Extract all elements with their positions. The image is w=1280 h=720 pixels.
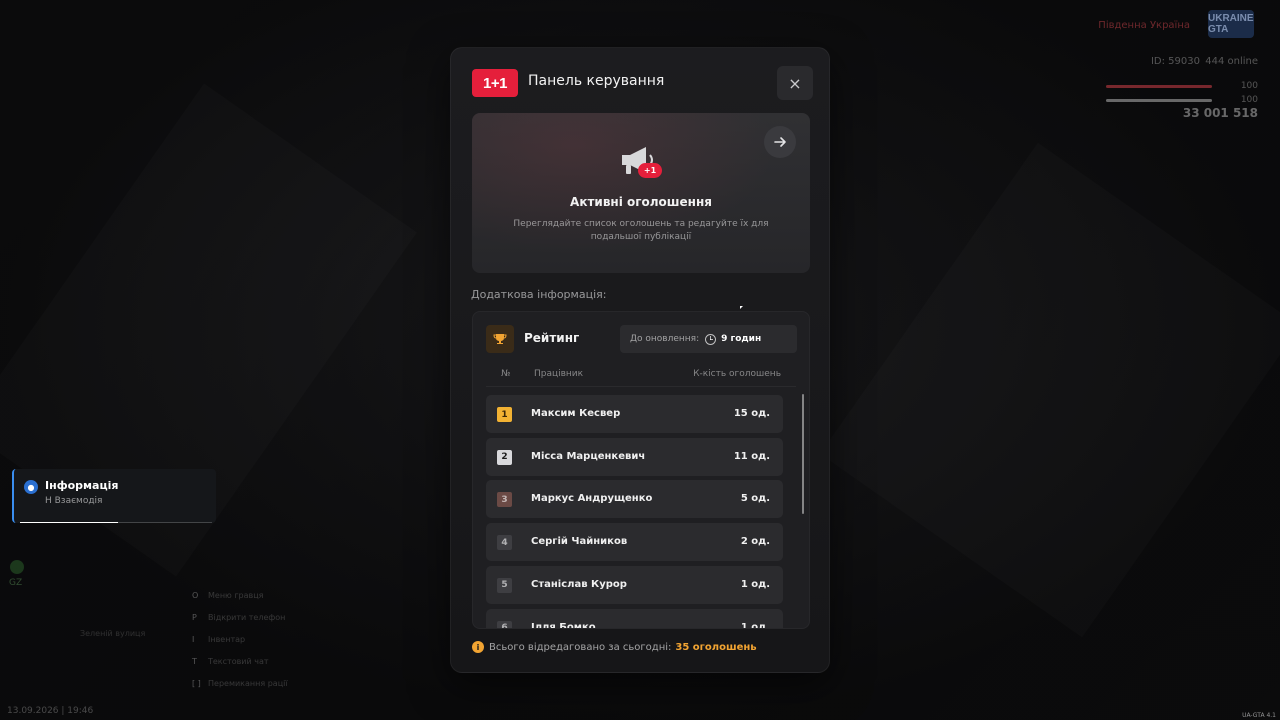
worker-name: Станіслав Курор <box>531 578 627 590</box>
health-bar <box>1106 85 1212 88</box>
notification-title: Інформація <box>45 479 119 492</box>
new-count-badge: +1 <box>638 163 662 178</box>
key-hint-label: Текстовий чат <box>208 657 269 666</box>
close-button[interactable]: × <box>777 66 813 100</box>
server-name: Південна Україна <box>1098 20 1190 31</box>
hud: Південна Україна UKRAINE GTA ID: 59030 4… <box>1080 0 1280 130</box>
server-logo: UKRAINE GTA <box>1208 10 1254 38</box>
key-hint: O Меню гравця <box>192 591 264 600</box>
key-hint-key: [ ] <box>192 679 201 688</box>
announcement-count: 2 од. <box>740 536 770 548</box>
info-icon: i <box>472 641 484 653</box>
clock-icon <box>705 333 717 345</box>
active-announcements-card[interactable]: +1 Активні оголошення Переглядайте списо… <box>472 113 810 273</box>
header-divider <box>486 386 796 387</box>
key-hint: I Інвентар <box>192 635 245 644</box>
key-hint: P Відкрити телефон <box>192 613 285 622</box>
zone-icon <box>10 560 24 574</box>
worker-name: Максим Кесвер <box>531 408 621 419</box>
zone-label: GZ <box>9 578 23 588</box>
rating-scrollbar[interactable] <box>802 394 804 514</box>
armor-bar <box>1106 99 1212 102</box>
notification: ● Інформація Н Взаємодія <box>12 469 216 523</box>
rating-row: 2 Місса Марценкевич 11 од. <box>486 437 783 476</box>
rating-row: 5 Станіслав Курор 1 од. <box>486 565 783 604</box>
open-announcements-button[interactable] <box>764 126 796 158</box>
rating-row: 6 Ілля Бомко 1 од. <box>486 608 783 629</box>
rating-title: Рейтинг <box>524 331 580 345</box>
key-hint-key: T <box>192 657 197 666</box>
announcement-count: 11 од. <box>733 450 770 462</box>
announce-description: Переглядайте список оголошень та редагуй… <box>513 219 769 242</box>
rank-badge: 2 <box>497 449 512 465</box>
key-hint-label: Відкрити телефон <box>208 613 286 622</box>
update-label: До оновлення: <box>630 334 700 344</box>
announcement-count: 1 од. <box>740 621 770 629</box>
rating-panel: Рейтинг До оновлення: 9 годин № Працівни… <box>472 311 810 629</box>
player-id: ID: 59030 <box>1150 56 1200 67</box>
rank-badge: 4 <box>497 535 512 551</box>
update-timer: До оновлення: 9 годин <box>620 325 797 353</box>
modal-title: Панель керування <box>528 73 665 89</box>
notification-subtitle: Н Взаємодія <box>45 496 103 506</box>
worker-name: Ілля Бомко <box>531 621 596 629</box>
key-hint-label: Інвентар <box>208 635 246 644</box>
key-hint-key: P <box>192 613 197 622</box>
close-icon: × <box>788 73 802 93</box>
key-hint: T Текстовий чат <box>192 657 269 666</box>
announcement-count: 5 од. <box>740 493 770 505</box>
extra-info-label: Додаткова інформація: <box>471 288 607 301</box>
update-value: 9 годин <box>721 334 762 344</box>
key-hint-label: Меню гравця <box>208 591 264 600</box>
column-number: № <box>501 369 511 379</box>
arrow-right-icon <box>774 137 786 147</box>
key-hint-key: O <box>192 591 199 600</box>
money-value: 33 001 518 <box>1182 106 1258 120</box>
announcement-count: 1 од. <box>740 578 770 590</box>
brand-logo: 1+1 <box>472 69 518 97</box>
minimap-street: Зеленій вулиця <box>80 629 146 638</box>
notification-progress <box>20 522 212 523</box>
announcement-count: 15 од. <box>733 408 770 419</box>
rating-row: 4 Сергій Чайников 2 од. <box>486 523 783 562</box>
trophy-icon <box>486 325 514 353</box>
key-hint: [ ] Перемикання рації <box>192 679 288 688</box>
rank-badge: 3 <box>497 492 512 508</box>
footer-label: Всього відредаговано за сьогодні: <box>489 641 672 653</box>
rating-row: 3 Маркус Андрущенко 5 од. <box>486 480 783 519</box>
key-hint-label: Перемикання рації <box>208 679 288 688</box>
armor-value: 100 <box>1240 95 1258 105</box>
footer-summary: i Всього відредаговано за сьогодні: 35 о… <box>472 641 757 653</box>
key-hint-key: I <box>192 635 195 644</box>
column-count: К-кість оголошень <box>693 369 781 379</box>
worker-name: Місса Марценкевич <box>531 450 646 462</box>
datetime: 13.09.2026 | 19:46 <box>7 706 94 716</box>
column-worker: Працівник <box>534 369 584 379</box>
worker-name: Маркус Андрущенко <box>531 493 653 505</box>
worker-name: Сергій Чайников <box>531 536 628 548</box>
rank-badge: 1 <box>497 407 512 422</box>
health-value: 100 <box>1240 81 1258 91</box>
rank-badge: 5 <box>497 577 512 593</box>
rank-badge: 6 <box>497 620 512 628</box>
rating-row: 1 Максим Кесвер 15 од. <box>486 395 783 433</box>
game-version: UA-GTA 4.1 <box>1242 712 1276 719</box>
control-panel-modal: 1+1 Панель керування × +1 Активні оголош… <box>450 47 830 673</box>
footer-value: 35 оголошень <box>675 641 757 653</box>
mouse-cursor <box>740 306 743 309</box>
info-icon: ● <box>24 480 38 494</box>
rating-list[interactable]: 1 Максим Кесвер 15 од. 2 Місса Марценкевич 11… <box>486 394 796 628</box>
online-count: 444 online <box>1205 56 1258 67</box>
announce-title: Активні оголошення <box>570 195 712 209</box>
